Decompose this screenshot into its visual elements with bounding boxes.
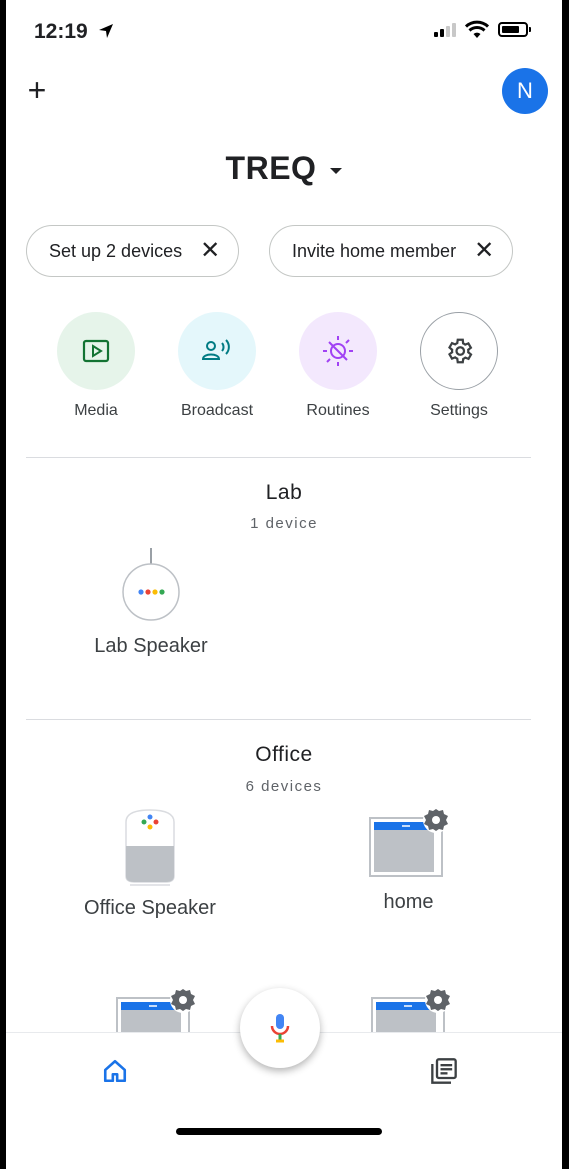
action-label: Media	[74, 402, 118, 419]
chip-label: Set up 2 devices	[49, 240, 183, 261]
account-avatar[interactable]: N	[502, 68, 548, 114]
media-action[interactable]: Media	[36, 312, 156, 420]
action-label: Broadcast	[180, 402, 254, 419]
status-time: 12:19	[34, 20, 88, 43]
home-icon[interactable]	[102, 1058, 128, 1084]
room-device-count: 6 devices	[245, 778, 323, 795]
home-selector[interactable]: TREQ	[6, 150, 562, 187]
action-label: Routines	[306, 402, 370, 419]
routines-action[interactable]: Routines	[278, 312, 398, 420]
display-settings-icon	[368, 807, 449, 877]
status-bar: 12:19	[6, 0, 562, 60]
section-divider	[26, 719, 531, 720]
feed-icon[interactable]	[430, 1057, 458, 1085]
room-device-count: 1 device	[250, 515, 318, 532]
action-label: Settings	[430, 402, 488, 419]
gear-icon	[420, 312, 498, 390]
mic-icon	[270, 1014, 290, 1043]
broadcast-icon	[178, 312, 256, 390]
speaker-icon	[125, 809, 175, 886]
device-lab-speaker[interactable]: Lab Speaker	[76, 546, 226, 658]
media-icon	[57, 312, 135, 390]
close-icon[interactable]: ✕	[474, 239, 494, 263]
app-screen: 12:19 + N TREQ Set up 2 devices ✕ Invite…	[6, 0, 562, 1169]
broadcast-action[interactable]: Broadcast	[157, 312, 277, 420]
location-arrow-icon	[99, 24, 113, 38]
device-home[interactable]: home	[346, 806, 471, 914]
section-divider	[26, 457, 531, 458]
battery-icon	[498, 22, 531, 37]
assistant-mic-button[interactable]	[240, 988, 320, 1068]
device-office-speaker[interactable]: Office Speaker	[70, 806, 230, 920]
device-label: Office Speaker	[84, 897, 216, 919]
setup-devices-chip[interactable]: Set up 2 devices ✕	[26, 225, 240, 277]
device-label: Lab Speaker	[94, 635, 208, 657]
cell-signal-icon	[434, 22, 456, 37]
home-name: TREQ	[225, 150, 317, 186]
close-icon[interactable]: ✕	[200, 239, 220, 263]
caret-down-icon	[330, 167, 343, 174]
wifi-icon	[465, 20, 489, 38]
chip-label: Invite home member	[292, 240, 457, 261]
add-icon[interactable]: +	[22, 74, 52, 106]
speaker-mini-icon	[122, 548, 180, 621]
room-title-office: Office	[255, 743, 313, 766]
device-label: home	[383, 891, 434, 913]
settings-action[interactable]: Settings	[399, 312, 519, 420]
home-indicator[interactable]	[176, 1128, 382, 1135]
invite-member-chip[interactable]: Invite home member ✕	[269, 225, 514, 277]
room-title-lab: Lab	[265, 481, 303, 504]
routines-icon	[299, 312, 377, 390]
